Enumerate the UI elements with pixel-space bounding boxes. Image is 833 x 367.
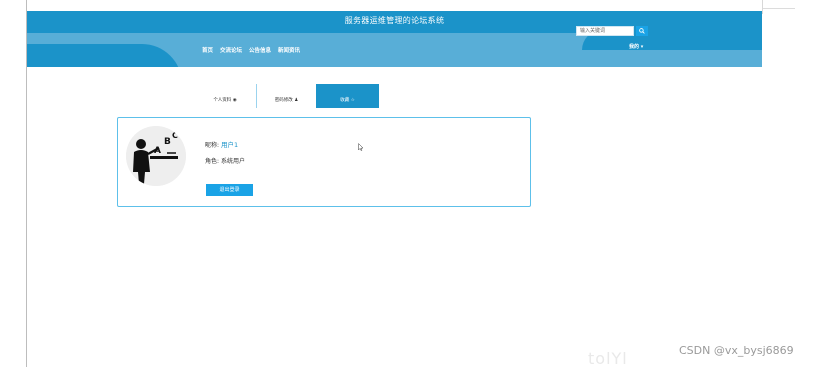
magnifier-icon bbox=[639, 28, 645, 34]
site-title: 服务器运维管理的论坛系统 bbox=[344, 16, 445, 25]
logout-button[interactable]: 退出登录 bbox=[206, 184, 253, 196]
role-row: 角色: 系统用户 bbox=[205, 156, 245, 165]
role-value: 系统用户 bbox=[220, 158, 245, 165]
nickname-label: 昵称: bbox=[205, 142, 220, 149]
nickname-row: 昵称: 用户1 bbox=[205, 139, 238, 149]
svg-text:C: C bbox=[172, 131, 178, 140]
svg-text:B: B bbox=[164, 137, 171, 147]
header-wave-left bbox=[27, 44, 182, 67]
window-top-line bbox=[763, 8, 795, 9]
faint-watermark: tolYl bbox=[588, 349, 628, 367]
tab-password[interactable]: 密码修改 ♟ bbox=[256, 84, 316, 108]
nav-forum[interactable]: 交流论坛 bbox=[220, 46, 242, 54]
profile-card: A B C 昵称: 用户1 角色: 系统用户 退出登录 bbox=[117, 117, 531, 207]
avatar: A B C bbox=[126, 126, 186, 186]
teacher-at-board-icon: A B C bbox=[126, 126, 186, 186]
search-input[interactable]: 输入关键词 bbox=[576, 26, 634, 36]
tab-favorites[interactable]: 收藏 ☆ bbox=[316, 84, 379, 108]
tab-profile[interactable]: 个人资料 ◉ bbox=[195, 84, 255, 108]
nav-news[interactable]: 新闻资讯 bbox=[278, 46, 300, 54]
nav-home[interactable]: 首页 bbox=[202, 46, 213, 54]
nickname-value: 用户1 bbox=[220, 141, 239, 149]
my-account-menu[interactable]: 我的 ▾ bbox=[629, 43, 643, 50]
search-button[interactable] bbox=[636, 26, 648, 36]
window-right-border bbox=[762, 0, 763, 14]
mouse-cursor-icon bbox=[358, 143, 364, 151]
site-header: 服务器运维管理的论坛系统 首页 交流论坛 公告信息 新闻资讯 bbox=[27, 11, 762, 67]
csdn-watermark: CSDN @vx_bysj6869 bbox=[679, 344, 794, 357]
nav-announcements[interactable]: 公告信息 bbox=[249, 46, 271, 54]
main-nav: 首页 交流论坛 公告信息 新闻资讯 bbox=[202, 46, 300, 54]
svg-text:A: A bbox=[154, 146, 161, 156]
role-label: 角色: bbox=[205, 158, 220, 165]
